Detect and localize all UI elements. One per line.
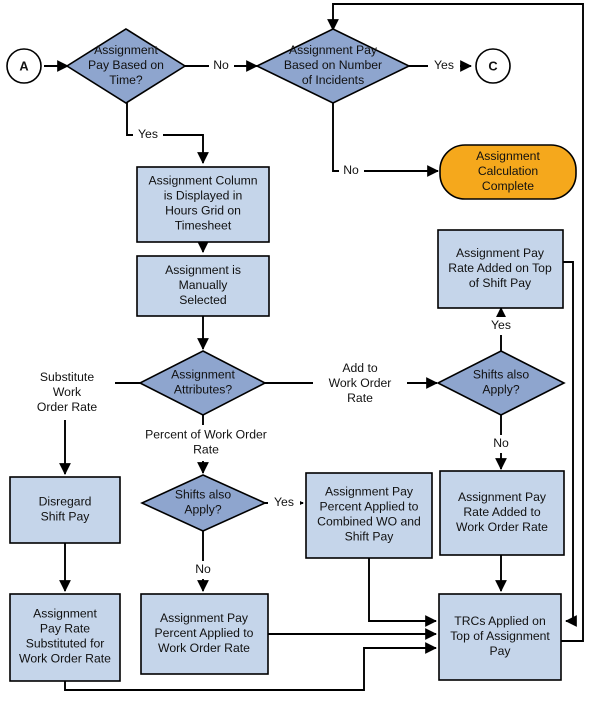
edge-ontop-to-trcs xyxy=(563,261,577,627)
terminator-assignment-calculation-complete: Assignment Calculation Complete xyxy=(439,144,577,200)
edge-label-percent-of-work-order-rate: Percent of Work Order Rate xyxy=(133,425,278,461)
edge-label-yes-shifts-percent-text: Yes xyxy=(274,495,294,509)
terminator-assignment-calculation-complete-label: Assignment Calculation Complete xyxy=(476,149,540,193)
assignment-pay-flowchart: Incidents? --> down, right, into Assignm… xyxy=(6,3,584,691)
edge-label-yes-shifts-add: Yes xyxy=(485,317,517,335)
edge-label-no-shifts-percent: No xyxy=(191,561,216,579)
process-pay-rate-added-to-work-order-rate-label: Assignment Pay Rate Added to Work Order Ra… xyxy=(456,490,548,534)
edge-label-yes-time: Yes xyxy=(133,126,163,144)
edge-label-add-to-work-order-rate: Add to Work Order Rate xyxy=(313,357,407,411)
decision-shifts-also-apply-percent: Shifts also Apply? xyxy=(140,474,267,532)
edge-label-yes-shifts-add-text: Yes xyxy=(491,318,511,332)
decision-assignment-pay-based-on-incidents: Assignment Pay Based on Number of Incident… xyxy=(255,28,411,104)
process-pay-rate-substituted-for-work-order-rate: Assignment Pay Rate Substituted for Work Or… xyxy=(9,593,121,682)
decision-assignment-attributes-label: Assignment Attributes? xyxy=(171,368,235,397)
edge-label-no-incidents-text: No xyxy=(343,163,359,177)
decision-assignment-pay-based-on-time: Assignment Pay Based on Time? xyxy=(65,28,187,104)
edge-label-no-time: No xyxy=(209,57,234,75)
decision-assignment-attributes: Assignment Attributes? xyxy=(138,350,267,416)
edge-label-yes-incidents: Yes xyxy=(428,57,460,75)
connector-c-label: C xyxy=(488,58,497,73)
edge-label-no-shifts-percent-text: No xyxy=(195,562,211,576)
process-pay-rate-added-on-top-of-shift-pay: Assignment Pay Rate Added on Top of Shift … xyxy=(437,229,564,309)
edge-combined-to-trcs xyxy=(368,558,437,627)
process-percent-applied-combined-wo-shift: Assignment Pay Percent Applied to Combined… xyxy=(305,472,433,559)
decision-shifts-also-apply-add: Shifts also Apply? xyxy=(436,350,566,416)
connector-a-label: A xyxy=(19,58,28,73)
edge-label-no-incidents: No xyxy=(339,162,364,180)
edge-label-substitute-work-order-rate: Substitute Work Order Rate xyxy=(19,366,115,420)
connector-a: A xyxy=(6,48,42,84)
process-assignment-manually-selected: Assignment is Manually Selected xyxy=(136,255,270,317)
flowchart-canvas: Incidents? --> down, right, into Assignm… xyxy=(0,0,591,702)
edge-label-yes-shifts-percent: Yes xyxy=(268,494,300,512)
edge-label-yes-time-text: Yes xyxy=(138,127,158,141)
edge-label-no-time-text: No xyxy=(213,58,229,72)
edge-label-no-shifts-add: No xyxy=(489,435,514,453)
process-disregard-shift-pay-label: Disregard Shift Pay xyxy=(39,495,92,524)
process-percent-applied-to-work-order-rate-label: Assignment Pay Percent Applied to Work Ord… xyxy=(155,611,254,655)
connector-c: C xyxy=(475,48,511,84)
process-disregard-shift-pay: Disregard Shift Pay xyxy=(9,476,121,544)
edge-label-no-shifts-add-text: No xyxy=(493,436,509,450)
edge-label-yes-incidents-text: Yes xyxy=(434,58,454,72)
edge-incidents-no-to-complete xyxy=(332,100,439,177)
process-percent-applied-to-work-order-rate: Assignment Pay Percent Applied to Work Ord… xyxy=(140,593,269,675)
process-trcs-applied-on-top-of-assignment-pay: TRCs Applied on Top of Assignment Pay xyxy=(438,593,562,681)
process-pay-rate-added-to-work-order-rate: Assignment Pay Rate Added to Work Order Ra… xyxy=(439,470,565,556)
process-assignment-column-displayed: Assignment Column is Displayed in Hours Gr… xyxy=(136,166,270,243)
